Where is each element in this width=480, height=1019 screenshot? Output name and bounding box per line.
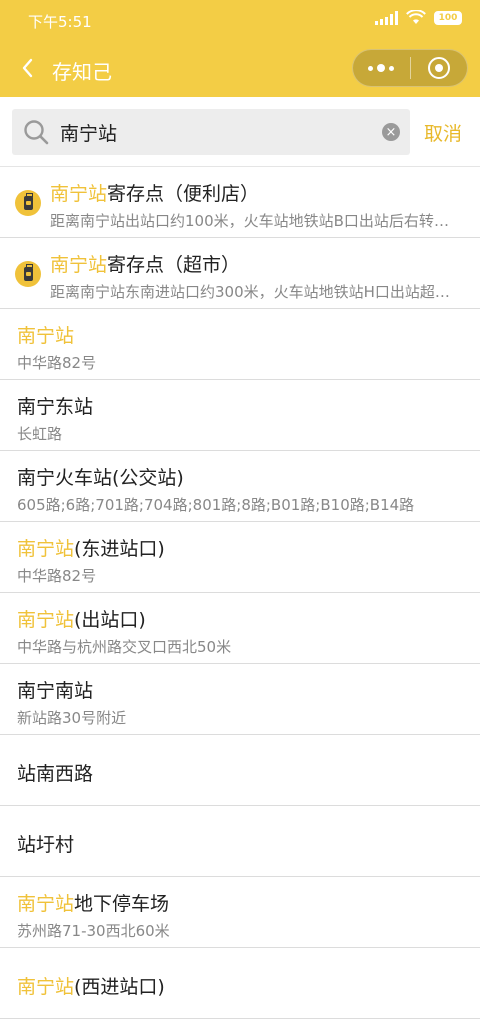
wifi-icon: [406, 10, 426, 25]
result-title: 南宁站(东进站口): [17, 534, 165, 561]
result-item[interactable]: 南宁东站 长虹路: [0, 380, 480, 451]
result-title-text: (出站口): [74, 609, 146, 631]
result-title-highlight: 南宁站: [17, 976, 75, 998]
result-title-highlight: 南宁站: [17, 538, 75, 560]
result-title-highlight: 南宁站: [50, 183, 108, 205]
chevron-left-icon: [22, 58, 33, 78]
status-icons: 100: [375, 10, 462, 25]
app-header: 下午5:51 100 存知己: [0, 0, 480, 97]
search-icon: [24, 120, 49, 145]
result-item[interactable]: 南宁站中华路82号: [0, 309, 480, 380]
result-address: 距离南宁站东南进站口约300米，火车站地铁站H口出站超市内: [50, 283, 455, 301]
search-results: 南宁站寄存点（便利店） 距离南宁站出站口约100米，火车站地铁站B口出站后右转便利…: [0, 167, 480, 1019]
search-box: ×: [12, 109, 410, 155]
result-title: 站圩村: [17, 830, 74, 857]
result-title-text: 地下停车场: [74, 893, 170, 915]
result-address: 苏州路71-30西北60米: [17, 922, 170, 940]
clear-icon[interactable]: ×: [382, 123, 400, 141]
result-address: 长虹路: [17, 425, 63, 443]
result-address: 605路;6路;701路;704路;801路;8路;B01路;B10路;B14路: [17, 496, 415, 514]
more-dots-icon: [368, 64, 395, 72]
result-title-highlight: 南宁站: [17, 893, 75, 915]
result-title-text: 寄存点（超市）: [107, 254, 241, 276]
result-title: 南宁南站: [17, 676, 93, 703]
result-title-text: 站南西路: [17, 763, 94, 785]
status-time: 下午5:51: [28, 13, 92, 31]
more-button[interactable]: [353, 50, 410, 86]
miniprogram-capsule: [352, 49, 468, 87]
result-title: 站南西路: [17, 759, 93, 786]
result-title: 南宁站寄存点（超市）: [50, 250, 240, 277]
result-title: 南宁站寄存点（便利店）: [50, 179, 259, 206]
luggage-storage-icon: [15, 261, 41, 287]
result-address: 中华路与杭州路交叉口西北50米: [17, 638, 232, 656]
luggage-storage-icon: [15, 190, 41, 216]
result-title: 南宁火车站(公交站): [17, 463, 184, 490]
result-address: 新站路30号附近: [17, 709, 127, 727]
result-title-text: 南宁南站: [17, 680, 94, 702]
result-title: 南宁站(西进站口): [17, 972, 165, 999]
close-miniprogram-button[interactable]: [411, 50, 468, 86]
result-title: 南宁站: [17, 321, 74, 348]
result-title-text: 站圩村: [17, 834, 75, 856]
result-item[interactable]: 南宁站地下停车场苏州路71-30西北60米: [0, 877, 480, 948]
back-button[interactable]: [14, 54, 42, 82]
result-item[interactable]: 南宁站寄存点（超市） 距离南宁站东南进站口约300米，火车站地铁站H口出站超市内: [0, 238, 480, 309]
result-item[interactable]: 南宁火车站(公交站) 605路;6路;701路;704路;801路;8路;B01路…: [0, 451, 480, 522]
result-title-highlight: 南宁站: [50, 254, 108, 276]
status-bar: 下午5:51 100: [0, 0, 480, 40]
result-title-highlight: 南宁站: [17, 609, 75, 631]
search-bar: × 取消: [0, 97, 480, 167]
result-title-text: 南宁火车站(公交站): [17, 467, 184, 489]
cancel-button[interactable]: 取消: [424, 119, 462, 146]
nav-bar: 存知己: [0, 40, 480, 97]
target-close-icon: [427, 57, 450, 79]
result-item[interactable]: 南宁站寄存点（便利店） 距离南宁站出站口约100米，火车站地铁站B口出站后右转便利…: [0, 167, 480, 238]
result-address: 中华路82号: [17, 567, 97, 585]
result-item[interactable]: 南宁南站新站路30号附近: [0, 664, 480, 735]
result-item[interactable]: 站圩村: [0, 806, 480, 877]
result-title-text: (东进站口): [74, 538, 165, 560]
result-title-text: (西进站口): [74, 976, 165, 998]
result-title: 南宁东站: [17, 392, 93, 419]
result-item[interactable]: 站南西路: [0, 735, 480, 806]
result-title: 南宁站(出站口): [17, 605, 146, 632]
result-address: 中华路82号: [17, 354, 97, 372]
result-item[interactable]: 南宁站(出站口) 中华路与杭州路交叉口西北50米: [0, 593, 480, 664]
page-title: 存知己: [52, 60, 112, 84]
result-address: 距离南宁站出站口约100米，火车站地铁站B口出站后右转便利店内: [50, 212, 455, 230]
result-title: 南宁站地下停车场: [17, 889, 169, 916]
result-item[interactable]: 南宁站(东进站口) 中华路82号: [0, 522, 480, 593]
result-item[interactable]: 南宁站(西进站口): [0, 948, 480, 1019]
search-input[interactable]: [60, 109, 380, 155]
result-title-text: 寄存点（便利店）: [107, 183, 260, 205]
result-title-text: 南宁东站: [17, 396, 94, 418]
battery-icon: 100: [434, 10, 462, 25]
signal-icon: [375, 10, 398, 25]
result-title-highlight: 南宁站: [17, 325, 75, 347]
